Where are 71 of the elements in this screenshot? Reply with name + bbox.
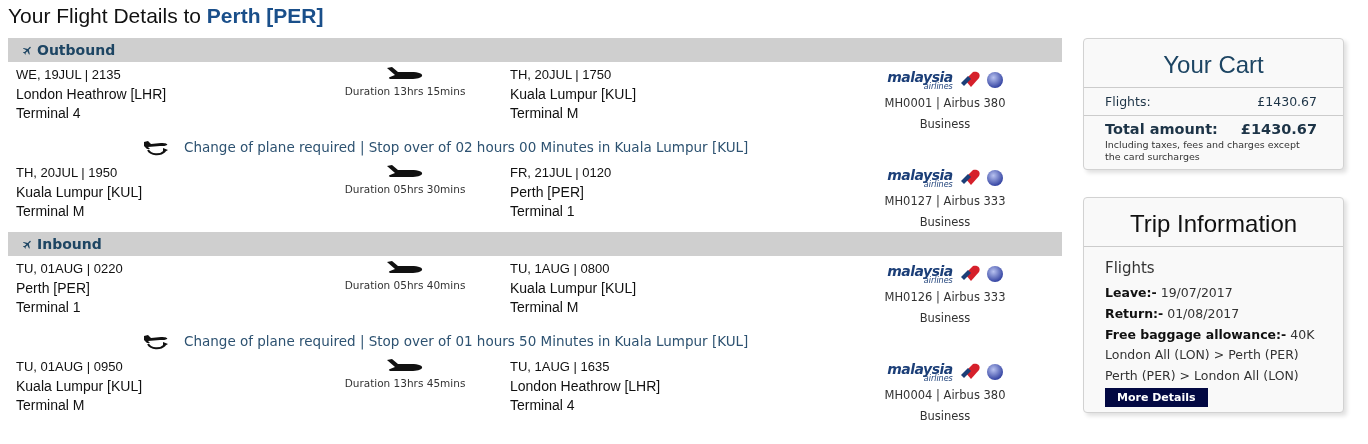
plane-icon bbox=[387, 359, 423, 373]
airport-name: Kuala Lumpur [KUL] bbox=[16, 376, 144, 396]
airline-logo-text: malaysia bbox=[887, 263, 953, 278]
flight-datetime: TU, 01AUG | 0950 bbox=[16, 358, 124, 376]
flight-duration: Duration 13hrs 15mins bbox=[344, 84, 466, 99]
airport-name: Kuala Lumpur [KUL] bbox=[510, 278, 638, 298]
plane-transfer-icon bbox=[142, 332, 170, 350]
globe-icon bbox=[986, 364, 1003, 380]
plane-icon bbox=[22, 44, 33, 56]
card-title: Your Cart bbox=[1084, 39, 1343, 88]
airport-name: Kuala Lumpur [KUL] bbox=[16, 182, 144, 202]
plane-icon bbox=[387, 67, 423, 81]
cart-label: Flights: bbox=[1105, 94, 1151, 109]
trip-heading: Flights bbox=[1105, 259, 1156, 277]
flight-datetime: TU, 1AUG | 0800 bbox=[510, 260, 611, 278]
cart-value: £1430.67 bbox=[1257, 94, 1317, 109]
terminal-label: Terminal M bbox=[510, 298, 580, 317]
total-label: Total amount: bbox=[1105, 121, 1218, 137]
globe-icon bbox=[986, 170, 1003, 186]
flight-duration: Duration 13hrs 45mins bbox=[344, 376, 466, 391]
total-value: £1430.67 bbox=[1240, 121, 1317, 137]
terminal-label: Terminal M bbox=[16, 202, 86, 221]
flight-number: MH0001 | Airbus 380 bbox=[884, 95, 1006, 112]
flight-number: MH0126 | Airbus 333 bbox=[884, 289, 1006, 306]
section-title: Inbound bbox=[37, 236, 102, 252]
cabin-class: Business bbox=[919, 116, 971, 133]
flight-datetime: TH, 20JUL | 1950 bbox=[16, 164, 119, 182]
plane-transfer-icon bbox=[142, 138, 170, 156]
airport-name: London Heathrow [LHR] bbox=[16, 84, 168, 104]
total-note: Including taxes, fees and charges except the card surcharges bbox=[1105, 139, 1301, 163]
flight-datetime: FR, 21JUL | 0120 bbox=[510, 164, 613, 182]
terminal-label: Terminal 4 bbox=[510, 396, 576, 415]
trip-info-line: Return:- 01/08/2017 bbox=[1105, 304, 1241, 323]
flight-number: MH0004 | Airbus 380 bbox=[884, 387, 1006, 404]
flight-datetime: TU, 01AUG | 0220 bbox=[16, 260, 124, 278]
airport-name: Perth [PER] bbox=[510, 182, 585, 202]
trip-info-line: Free baggage allowance:- 40K bbox=[1105, 325, 1316, 344]
card-title: Trip Information bbox=[1084, 198, 1343, 247]
terminal-label: Terminal M bbox=[16, 396, 86, 415]
cabin-class: Business bbox=[919, 310, 971, 327]
stopover-notice: Change of plane required | Stop over of 02 hours 00 Minutes in Kuala Lumpur [KUL] bbox=[184, 139, 749, 155]
flight-datetime: TH, 20JUL | 1750 bbox=[510, 66, 613, 84]
globe-icon bbox=[986, 72, 1003, 88]
flight-datetime: TU, 1AUG | 1635 bbox=[510, 358, 611, 376]
page-title: Your Flight Details to Perth [PER] bbox=[8, 3, 325, 29]
terminal-label: Terminal 1 bbox=[16, 298, 82, 317]
terminal-label: Terminal M bbox=[510, 104, 580, 123]
cabin-class: Business bbox=[919, 408, 971, 425]
section-title: Outbound bbox=[37, 42, 116, 58]
airline-logo-text: malaysia bbox=[887, 69, 953, 84]
plane-icon bbox=[387, 165, 423, 179]
cabin-class: Business bbox=[919, 214, 971, 231]
globe-icon bbox=[986, 266, 1003, 282]
plane-icon bbox=[387, 261, 423, 275]
airport-name: Kuala Lumpur [KUL] bbox=[510, 84, 638, 104]
flight-datetime: WE, 19JUL | 2135 bbox=[16, 66, 122, 84]
flight-duration: Duration 05hrs 40mins bbox=[344, 278, 466, 293]
trip-info-line: London All (LON) > Perth (PER) bbox=[1105, 346, 1300, 365]
terminal-label: Terminal 4 bbox=[16, 104, 82, 123]
airline-logo-text: malaysia bbox=[887, 361, 953, 376]
airport-name: London Heathrow [LHR] bbox=[510, 376, 662, 396]
trip-info-line: Perth (PER) > London All (LON) bbox=[1105, 367, 1300, 386]
trip-info-line: Leave:- 19/07/2017 bbox=[1105, 284, 1234, 302]
flight-number: MH0127 | Airbus 333 bbox=[884, 193, 1006, 210]
airport-name: Perth [PER] bbox=[16, 278, 91, 298]
airline-logo-text: malaysia bbox=[887, 167, 953, 182]
stopover-notice: Change of plane required | Stop over of 01 hours 50 Minutes in Kuala Lumpur [KUL] bbox=[184, 333, 749, 349]
more-details-button[interactable]: More Details bbox=[1105, 388, 1208, 407]
plane-icon bbox=[22, 238, 33, 250]
terminal-label: Terminal 1 bbox=[510, 202, 576, 221]
flight-duration: Duration 05hrs 30mins bbox=[344, 182, 466, 197]
